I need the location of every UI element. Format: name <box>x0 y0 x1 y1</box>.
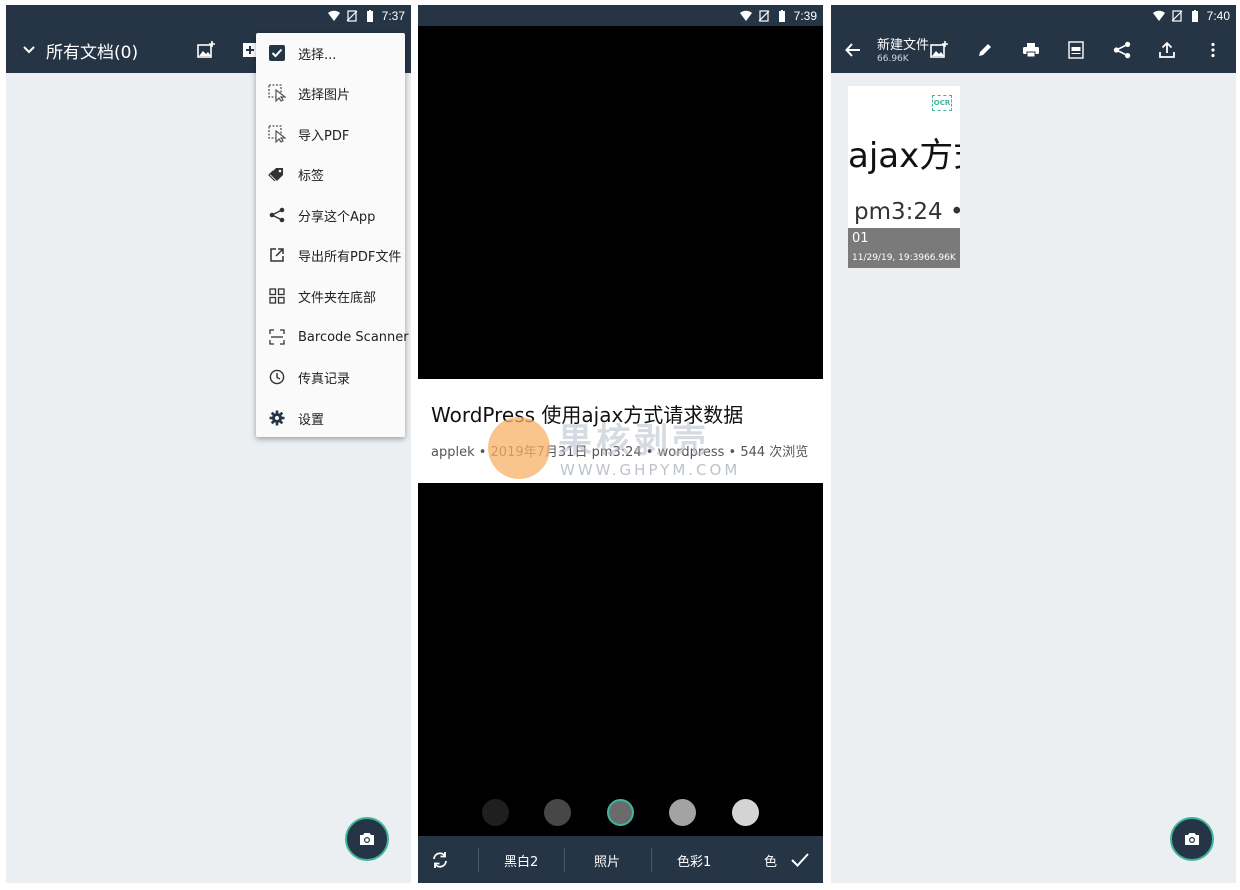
watermark-logo <box>488 417 550 479</box>
filter-bar: 黑白2 照片 色彩1 色 <box>418 836 823 883</box>
menu-item-tags[interactable]: 标签 <box>256 154 405 194</box>
divider <box>564 848 565 872</box>
page-thumbnail[interactable]: OCR ajax方式 pm3:24 • 01 11/29/19, 19:3966… <box>848 86 960 268</box>
battery-icon <box>366 9 373 22</box>
page-title[interactable]: 所有文档(0) <box>46 38 138 63</box>
menu-item-barcode-scanner[interactable]: Barcode Scanner <box>256 317 409 357</box>
share-icon[interactable] <box>1108 36 1136 64</box>
select-image-icon <box>268 84 286 102</box>
color-swatch-selected[interactable] <box>607 799 634 826</box>
page-meta: 11/29/19, 19:3966.96K <box>852 253 956 263</box>
menu-item-export-pdf[interactable]: 导出所有PDF文件 <box>256 235 405 275</box>
camera-icon <box>1185 833 1199 845</box>
chevron-down-icon[interactable] <box>15 36 43 64</box>
watermark-url: WWW.GHPYM.COM <box>560 461 741 479</box>
share-icon <box>268 206 286 224</box>
menu-item-label: 选择... <box>298 47 337 63</box>
grid-icon <box>268 287 286 305</box>
menu-item-fax-history[interactable]: 传真记录 <box>256 357 405 397</box>
thumbnail-caption: 01 11/29/19, 19:3966.96K <box>848 228 960 268</box>
status-bar: 7:37 <box>6 5 411 26</box>
thumbnail-preview-subtext: pm3:24 • <box>854 199 960 225</box>
overflow-menu: 选择... 选择图片 导入PDF 标签 分享这个App 导出所有PDF文件 文件… <box>256 33 409 438</box>
camera-fab[interactable] <box>345 817 389 861</box>
no-sim-icon <box>1171 9 1183 22</box>
filter-bw2[interactable]: 黑白2 <box>504 851 538 870</box>
filter-color1[interactable]: 色彩1 <box>677 851 711 870</box>
color-swatch[interactable] <box>669 799 696 826</box>
battery-icon <box>1191 9 1198 22</box>
status-bar: 7:40 <box>831 5 1236 26</box>
divider <box>651 848 652 872</box>
menu-item-settings[interactable]: 设置 <box>256 398 405 438</box>
ocr-badge[interactable]: OCR <box>932 95 952 111</box>
menu-item-label: 标签 <box>298 168 325 184</box>
color-swatch[interactable] <box>544 799 571 826</box>
phone-screen-file: 7:40 新建文件 66.96K OCR ajax方式 pm3 <box>831 5 1236 883</box>
menu-item-label: 选择图片 <box>298 87 351 103</box>
page-name: 01 <box>852 231 869 246</box>
menu-item-label: Barcode Scanner <box>298 329 409 345</box>
menu-item-folders-bottom[interactable]: 文件夹在底部 <box>256 276 405 316</box>
no-sim-icon <box>758 9 770 22</box>
no-sim-icon <box>346 9 358 22</box>
app-bar: 新建文件 66.96K <box>831 26 1236 73</box>
menu-item-select-image[interactable]: 选择图片 <box>256 73 405 113</box>
watermark: 果核剥壳 WWW.GHPYM.COM <box>488 409 788 489</box>
tag-icon <box>268 165 286 183</box>
pencil-icon[interactable] <box>971 36 999 64</box>
barcode-icon <box>268 328 286 346</box>
status-time: 7:37 <box>381 8 405 23</box>
add-image-icon[interactable] <box>925 36 953 64</box>
menu-item-import-pdf[interactable]: 导入PDF <box>256 114 405 154</box>
back-arrow-icon[interactable] <box>839 36 867 64</box>
check-icon[interactable] <box>786 846 814 874</box>
battery-icon <box>778 9 785 22</box>
menu-item-label: 导入PDF <box>298 128 350 144</box>
file-size: 66.96K <box>877 54 909 64</box>
color-swatch[interactable] <box>732 799 759 826</box>
color-swatch[interactable] <box>482 799 509 826</box>
phone-screen-documents: 7:37 所有文档(0) 选择... 选择图片 导入PDF 标签 分享这个App… <box>6 5 411 883</box>
print-icon[interactable] <box>1017 36 1045 64</box>
status-time: 7:39 <box>793 8 817 23</box>
wifi-icon <box>739 10 752 21</box>
file-title[interactable]: 新建文件 <box>877 34 929 53</box>
menu-item-label: 传真记录 <box>298 371 351 387</box>
clock-icon <box>268 368 286 386</box>
import-pdf-icon <box>268 125 286 143</box>
status-time: 7:40 <box>1206 8 1230 23</box>
add-image-icon[interactable] <box>192 36 220 64</box>
menu-item-select[interactable]: 选择... <box>256 33 405 73</box>
divider <box>478 848 479 872</box>
menu-item-label: 设置 <box>298 412 325 428</box>
wifi-icon <box>1152 10 1165 21</box>
gear-icon <box>268 409 286 427</box>
filter-photo[interactable]: 照片 <box>594 851 620 870</box>
upload-icon[interactable] <box>1153 36 1181 64</box>
camera-fab[interactable] <box>1170 817 1214 861</box>
menu-item-share-app[interactable]: 分享这个App <box>256 195 405 235</box>
menu-item-label: 导出所有PDF文件 <box>298 249 402 265</box>
filter-color-partial[interactable]: 色 <box>764 851 777 870</box>
wifi-icon <box>327 10 340 21</box>
more-vert-icon[interactable] <box>1199 36 1227 64</box>
checkbox-icon <box>268 44 286 62</box>
camera-icon <box>360 833 374 845</box>
phone-screen-filter: 7:39 WordPress 使用ajax方式请求数据 applek • 201… <box>418 5 823 883</box>
rotate-icon[interactable] <box>426 846 454 874</box>
pdf-icon[interactable] <box>1062 36 1090 64</box>
menu-item-label: 文件夹在底部 <box>298 290 377 306</box>
watermark-text: 果核剥壳 <box>558 421 710 461</box>
export-icon <box>268 246 286 264</box>
thumbnail-preview-text: ajax方式 <box>848 136 960 176</box>
menu-item-label: 分享这个App <box>298 209 376 225</box>
status-bar: 7:39 <box>418 5 823 26</box>
